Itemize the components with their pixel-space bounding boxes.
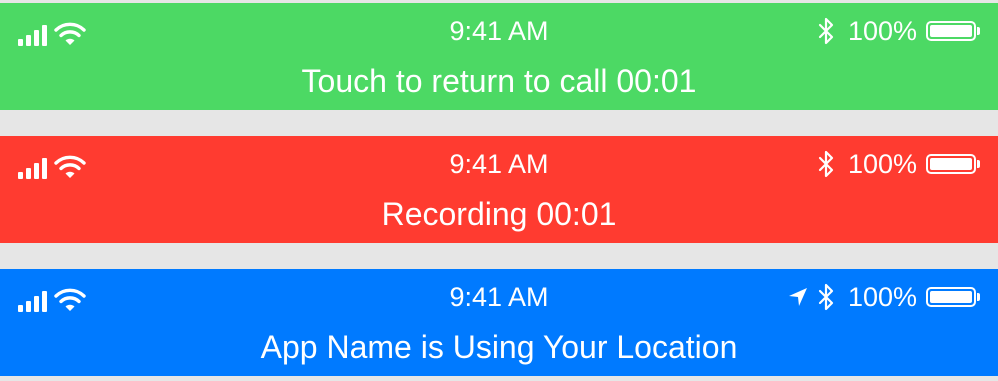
status-bar: 9:41 AM 100%	[0, 136, 998, 190]
location-banner[interactable]: 9:41 AM 100% App Name is Using Your Loca…	[0, 269, 998, 376]
battery-icon	[926, 287, 980, 307]
battery-fill	[930, 25, 972, 37]
return-to-call-message[interactable]: Touch to return to call 00:01	[0, 63, 998, 99]
bluetooth-icon	[818, 17, 834, 45]
status-bar: 9:41 AM 100%	[0, 3, 998, 57]
recording-banner[interactable]: 9:41 AM 100% Recording 00:01	[0, 136, 998, 243]
bluetooth-icon	[818, 150, 834, 178]
call-banner[interactable]: 9:41 AM 100% Touch to return to call 00:…	[0, 3, 998, 110]
status-right-icons: 100%	[818, 15, 980, 47]
location-arrow-icon	[788, 288, 807, 306]
status-bar: 9:41 AM 100%	[0, 269, 998, 323]
battery-percentage: 100%	[847, 16, 917, 46]
battery-percentage: 100%	[847, 282, 917, 312]
bluetooth-icon	[818, 283, 834, 311]
battery-icon	[926, 21, 980, 41]
status-right-icons: 100%	[818, 148, 980, 180]
battery-icon	[926, 154, 980, 174]
location-usage-message[interactable]: App Name is Using Your Location	[0, 329, 998, 365]
battery-fill	[930, 291, 972, 303]
recording-message[interactable]: Recording 00:01	[0, 196, 998, 232]
battery-fill	[930, 158, 972, 170]
status-right-icons: 100%	[788, 281, 980, 313]
battery-percentage: 100%	[847, 149, 917, 179]
